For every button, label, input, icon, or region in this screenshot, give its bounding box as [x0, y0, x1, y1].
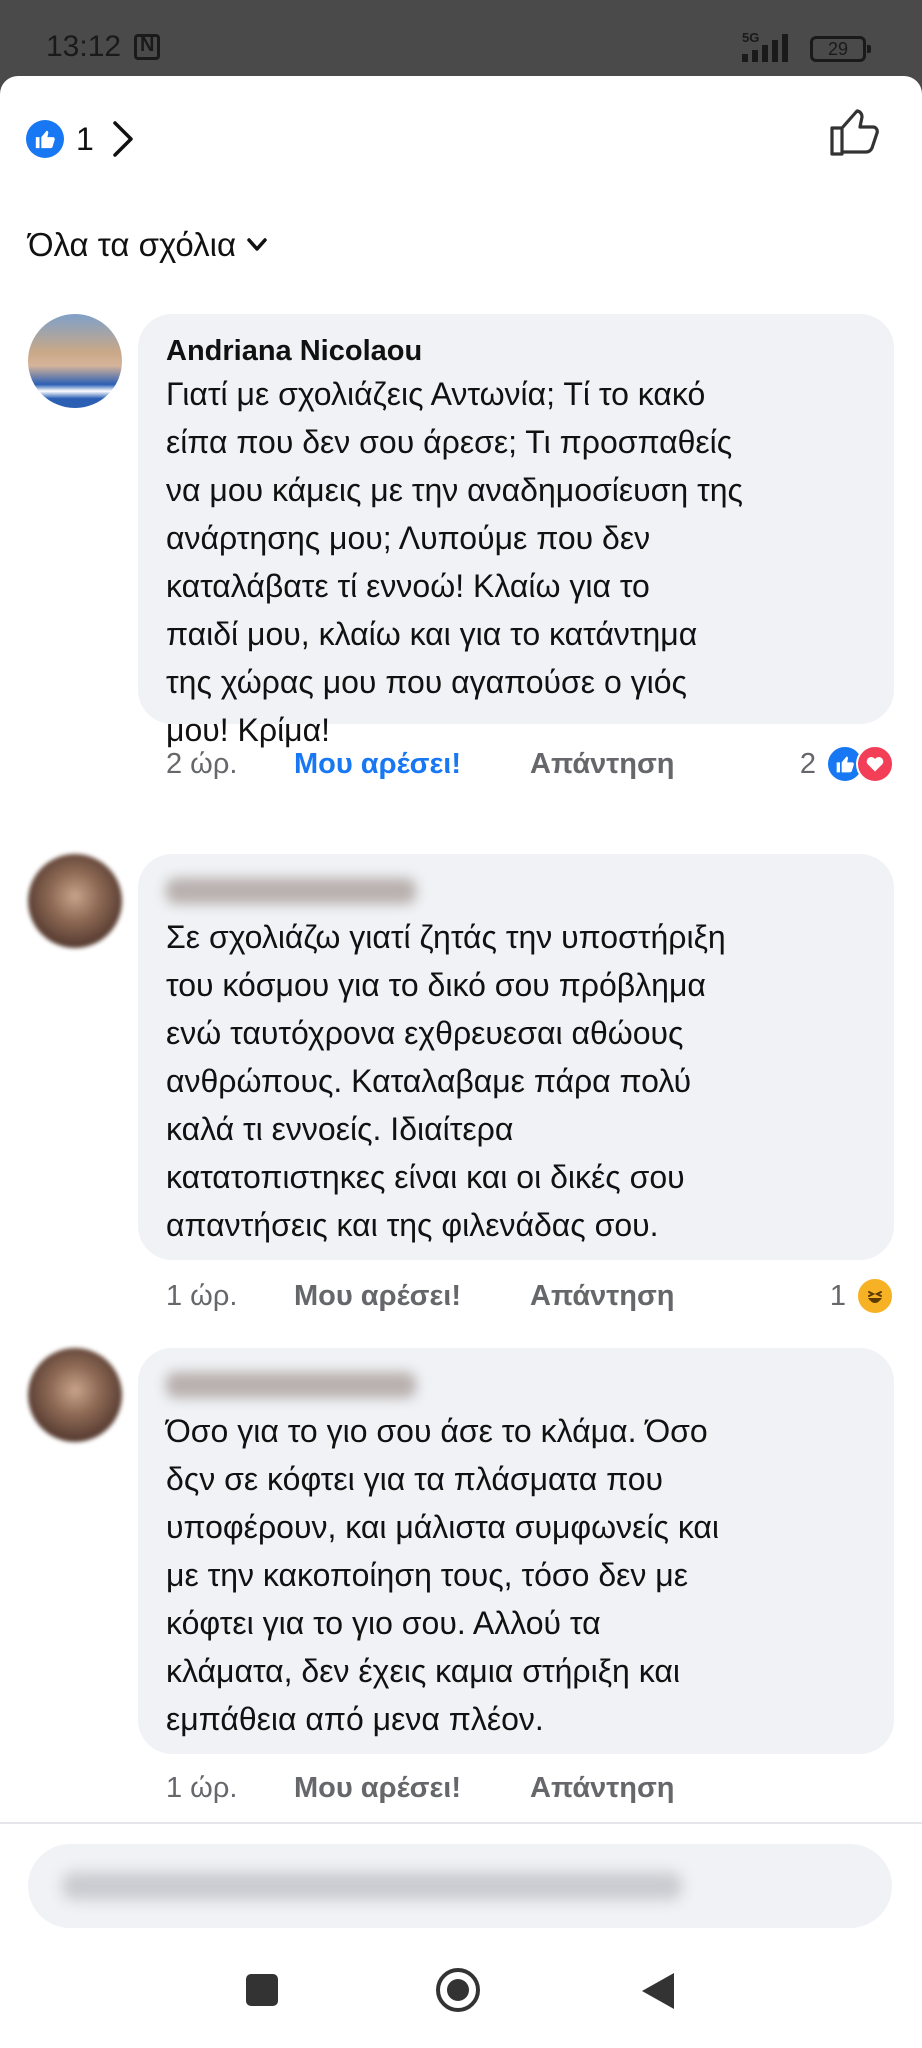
comment-text: Σε σχολιάζω γιατί ζητάς την υποστήριξη τ…: [166, 919, 726, 1243]
comment-actions: 2 ώρ. Μου αρέσει! Απάντηση: [166, 742, 675, 786]
comment-bubble[interactable]: Όσο για το γιο σου άσε το κλάμα. Όσο δςν…: [138, 1348, 894, 1754]
avatar[interactable]: [28, 314, 122, 408]
comments-sheet: 1 Όλα τα σχόλια Andriana Nicolaou Γιατί …: [0, 76, 922, 1932]
comment-actions: 1 ώρ. Μου αρέσει! Απάντηση: [166, 1274, 675, 1318]
chevron-right-icon: [113, 121, 133, 157]
haha-reaction-icon: [856, 1277, 894, 1315]
like-button[interactable]: Μου αρέσει!: [294, 1772, 530, 1805]
status-bar: 13:12 5G 29: [0, 0, 922, 76]
system-nav-bar: [0, 1932, 922, 2048]
comment-input[interactable]: [28, 1844, 892, 1928]
comment-text: Όσο για το γιο σου άσε το κλάμα. Όσο δςν…: [166, 1413, 720, 1737]
back-triangle-nav-icon[interactable]: [638, 1970, 678, 2012]
comment-author-redacted[interactable]: [166, 878, 416, 904]
signal-icon: [742, 34, 788, 62]
comment-reaction-count: 2: [799, 747, 816, 780]
comment-bubble[interactable]: Σε σχολιάζω γιατί ζητάς την υποστήριξη τ…: [138, 854, 894, 1260]
comment-reaction-count: 1: [829, 1279, 846, 1312]
chevron-down-icon: [247, 238, 267, 251]
post-reactions[interactable]: 1: [26, 114, 134, 164]
comment-reactions[interactable]: 2: [800, 742, 894, 786]
status-time: 13:12: [46, 30, 122, 63]
avatar[interactable]: [28, 854, 122, 948]
reaction-count: 1: [76, 120, 94, 157]
comment-time[interactable]: 1 ώρ.: [166, 1772, 294, 1805]
comment-author-redacted[interactable]: [166, 1372, 416, 1398]
thumbs-up-outline-icon[interactable]: [826, 102, 882, 158]
battery-icon: 29: [810, 36, 871, 62]
comment-text: Γιατί με σχολιάζεις Αντωνία; Τί το κακό …: [166, 376, 743, 748]
avatar[interactable]: [28, 1348, 122, 1442]
love-reaction-icon: [856, 745, 894, 783]
comment-reactions[interactable]: 1: [830, 1274, 894, 1318]
reply-button[interactable]: Απάντηση: [530, 1772, 675, 1805]
reply-button[interactable]: Απάντηση: [530, 1280, 675, 1313]
like-reaction-icon: [26, 120, 64, 158]
filter-label: Όλα τα σχόλια: [28, 226, 237, 263]
nfc-icon: [134, 34, 160, 60]
comment-time[interactable]: 2 ώρ.: [166, 748, 294, 781]
like-button[interactable]: Μου αρέσει!: [294, 748, 530, 781]
comment-filter-dropdown[interactable]: Όλα τα σχόλια: [28, 226, 268, 264]
reply-button[interactable]: Απάντηση: [530, 748, 675, 781]
comment-bubble[interactable]: Andriana Nicolaou Γιατί με σχολιάζεις Αν…: [138, 314, 894, 748]
comment-composer-bar: [0, 1822, 922, 1932]
like-button[interactable]: Μου αρέσει!: [294, 1280, 530, 1313]
square-nav-icon[interactable]: [242, 1970, 282, 2010]
comment-time[interactable]: 1 ώρ.: [166, 1280, 294, 1313]
home-circle-nav-icon[interactable]: [434, 1966, 482, 2014]
comment-actions: 1 ώρ. Μου αρέσει! Απάντηση: [166, 1766, 675, 1810]
comment-input-placeholder-redacted: [62, 1872, 682, 1900]
comment-author[interactable]: Andriana Nicolaou: [166, 332, 866, 370]
